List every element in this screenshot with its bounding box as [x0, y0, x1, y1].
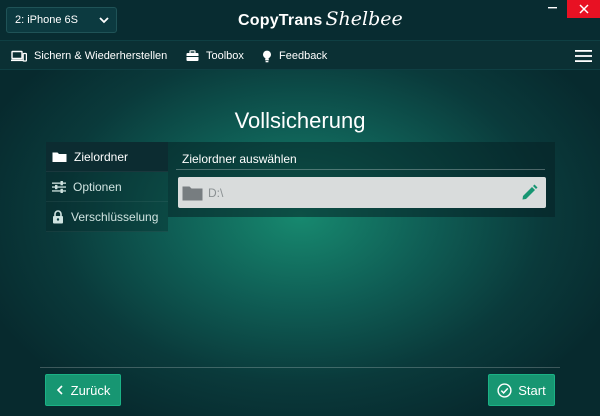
devices-icon [11, 50, 27, 62]
side-item-optionen[interactable]: Optionen [46, 172, 168, 202]
destination-panel: Zielordner auswählen D:\ [168, 142, 555, 217]
menu-item-feedback-label: Feedback [279, 50, 328, 62]
side-item-verschluesselung[interactable]: Verschlüsselung [46, 202, 168, 232]
side-item-label: Optionen [73, 179, 122, 194]
menu-item-toolbox-label: Toolbox [206, 50, 244, 62]
close-button[interactable] [567, 0, 600, 18]
menu-bar: Sichern & Wiederherstellen Toolbox Feedb… [0, 40, 600, 70]
chevron-left-icon [56, 385, 63, 395]
menu-item-backup-restore[interactable]: Sichern & Wiederherstellen [11, 41, 167, 71]
app-logo-script: Shelbee [325, 8, 403, 30]
destination-path-text: D:\ [208, 185, 224, 200]
folder-icon [182, 186, 203, 200]
minimize-icon[interactable] [546, 0, 560, 14]
device-select[interactable]: 2: iPhone 6S [6, 7, 117, 33]
side-item-label: Zielordner [74, 149, 129, 164]
hamburger-menu-icon[interactable] [575, 49, 592, 63]
toolbox-icon [186, 50, 199, 61]
menu-item-toolbox[interactable]: Toolbox [186, 41, 244, 71]
pencil-edit-icon[interactable] [521, 184, 538, 201]
device-select-label: 2: iPhone 6S [15, 14, 78, 26]
close-icon [578, 4, 589, 14]
app-logo: CopyTrans Shelbee [238, 8, 403, 32]
title-bar: 2: iPhone 6S CopyTrans Shelbee [0, 0, 600, 40]
chevron-down-icon [99, 17, 109, 24]
app-logo-main: CopyTrans [238, 12, 323, 29]
panel-header: Zielordner auswählen [176, 148, 545, 170]
menu-item-backup-restore-label: Sichern & Wiederherstellen [34, 50, 168, 62]
side-item-label: Verschlüsselung [71, 209, 159, 224]
page-title: Vollsicherung [234, 108, 366, 133]
destination-path-field[interactable]: D:\ [178, 177, 546, 208]
lightbulb-icon [263, 50, 271, 62]
side-nav: Zielordner Optionen Verschlüsselung [46, 142, 168, 232]
folder-icon [52, 152, 67, 162]
back-button-label: Zurück [70, 382, 111, 398]
footer-divider [40, 367, 560, 368]
sliders-icon [52, 180, 66, 193]
lock-icon [53, 209, 63, 223]
start-button[interactable]: Start [488, 374, 555, 406]
back-button[interactable]: Zurück [45, 374, 121, 406]
start-button-label: Start [518, 382, 546, 398]
side-item-zielordner[interactable]: Zielordner [46, 142, 168, 172]
menu-item-feedback[interactable]: Feedback [262, 41, 327, 71]
check-circle-icon [497, 382, 512, 398]
